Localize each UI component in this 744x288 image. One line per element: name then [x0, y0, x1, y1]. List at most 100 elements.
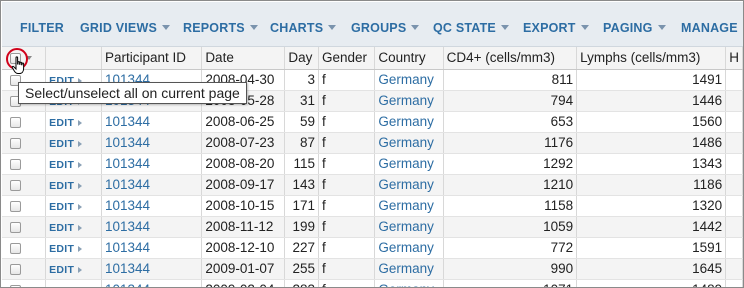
edit-link[interactable]: EDIT — [49, 180, 83, 192]
row-checkbox[interactable] — [10, 116, 21, 128]
row-checkbox[interactable] — [10, 242, 21, 254]
qc-state-menu[interactable]: QC STATE — [433, 21, 509, 37]
country-cell[interactable]: Germany — [374, 174, 444, 196]
edit-link[interactable]: EDIT — [49, 138, 83, 150]
participant-id-cell[interactable]: 101344 — [101, 279, 203, 287]
gender-cell: f — [318, 237, 376, 259]
participant-id-cell[interactable]: 101344 — [101, 258, 203, 280]
truncated-cell — [725, 132, 743, 154]
date-cell: 2009-01-07 — [201, 258, 286, 280]
column-header-cd4[interactable]: CD4+ (cells/mm3) — [443, 47, 578, 70]
day-cell: 199 — [284, 216, 319, 238]
grid-views-menu[interactable]: GRID VIEWS — [80, 21, 171, 37]
edit-link[interactable]: EDIT — [49, 159, 83, 171]
day-cell: 255 — [284, 258, 319, 280]
participant-id-cell[interactable]: 101344 — [101, 153, 203, 175]
lymphs-cell: 1560 — [576, 111, 727, 133]
row-checkbox[interactable] — [10, 158, 21, 170]
table-row: EDIT 101344 2008-07-23 87 f Germany 1176 1486 — [2, 132, 743, 154]
country-cell[interactable]: Germany — [374, 90, 444, 112]
row-select-cell — [2, 153, 47, 175]
gender-cell: f — [318, 153, 376, 175]
column-header-day[interactable]: Day — [284, 47, 319, 70]
data-grid-panel: FILTER GRID VIEWS REPORTS CHARTS GROUPS … — [0, 0, 744, 288]
column-header-lymphs[interactable]: Lymphs (cells/mm3) — [576, 47, 727, 70]
participant-id-cell[interactable]: 101344 — [101, 174, 203, 196]
lymphs-cell: 1343 — [576, 153, 727, 175]
caret-right-icon — [78, 225, 83, 231]
table-row: EDIT 101344 2008-12-10 227 f Germany 772 1591 — [2, 237, 743, 259]
day-cell: 115 — [284, 153, 319, 175]
truncated-cell — [725, 111, 743, 133]
row-checkbox[interactable] — [10, 179, 21, 191]
participant-id-cell[interactable]: 101344 — [101, 195, 203, 217]
country-cell[interactable]: Germany — [374, 279, 444, 287]
row-checkbox[interactable] — [10, 200, 21, 212]
participant-id-cell[interactable]: 101344 — [101, 216, 203, 238]
country-cell[interactable]: Germany — [374, 237, 444, 259]
caret-right-icon — [78, 246, 83, 252]
country-cell[interactable]: Germany — [374, 132, 444, 154]
column-header-truncated[interactable]: H — [725, 47, 743, 70]
column-header-participant-id[interactable]: Participant ID — [101, 47, 203, 70]
caret-right-icon — [78, 204, 83, 210]
row-edit-cell: EDIT — [45, 111, 102, 133]
country-cell[interactable]: Germany — [374, 216, 444, 238]
edit-link[interactable]: EDIT — [49, 117, 83, 129]
lymphs-cell: 1491 — [576, 69, 727, 91]
edit-link[interactable]: EDIT — [49, 222, 83, 234]
gender-cell: f — [318, 69, 376, 91]
cd4-cell: 653 — [443, 111, 578, 133]
table-row: EDIT 101344 2008-10-15 171 f Germany 1158 1320 — [2, 195, 743, 217]
column-header-gender[interactable]: Gender — [318, 47, 376, 70]
lymphs-cell: 1446 — [576, 90, 727, 112]
tooltip: Select/unselect all on current page — [18, 82, 247, 104]
participant-id-cell[interactable]: 101344 — [101, 111, 203, 133]
edit-link[interactable]: EDIT — [49, 201, 83, 213]
lymphs-cell: 1591 — [576, 237, 727, 259]
groups-menu[interactable]: GROUPS — [351, 21, 420, 37]
cd4-cell: 990 — [443, 258, 578, 280]
lymphs-cell: 1645 — [576, 258, 727, 280]
row-edit-cell: EDIT — [45, 132, 102, 154]
date-cell: 2008-11-12 — [201, 216, 286, 238]
edit-link[interactable]: EDIT — [49, 243, 83, 255]
truncated-cell — [725, 69, 743, 91]
country-cell[interactable]: Germany — [374, 111, 444, 133]
cd4-cell: 794 — [443, 90, 578, 112]
truncated-cell — [725, 153, 743, 175]
country-cell[interactable]: Germany — [374, 69, 444, 91]
column-header-date[interactable]: Date — [201, 47, 286, 70]
column-header-country[interactable]: Country — [374, 47, 444, 70]
edit-link[interactable]: EDIT — [49, 264, 83, 276]
participant-id-cell[interactable]: 101344 — [101, 237, 203, 259]
row-checkbox[interactable] — [10, 263, 21, 275]
country-cell[interactable]: Germany — [374, 153, 444, 175]
row-select-cell — [2, 279, 47, 287]
chevron-down-icon — [500, 25, 509, 30]
row-checkbox[interactable] — [10, 137, 21, 149]
chevron-down-icon — [657, 25, 666, 30]
caret-right-icon — [78, 183, 83, 189]
truncated-cell — [725, 216, 743, 238]
table-row: EDIT1013442009-02-04283fGermany10711489 — [2, 279, 743, 287]
country-cell[interactable]: Germany — [374, 195, 444, 217]
charts-menu[interactable]: CHARTS — [270, 21, 337, 37]
day-cell: 3 — [284, 69, 319, 91]
paging-menu[interactable]: PAGING — [603, 21, 666, 37]
row-checkbox[interactable] — [10, 221, 21, 233]
filter-button[interactable]: FILTER — [20, 21, 64, 37]
reports-menu[interactable]: REPORTS — [183, 21, 258, 37]
gender-cell: f — [318, 279, 376, 287]
country-cell[interactable]: Germany — [374, 258, 444, 280]
row-edit-cell: EDIT — [45, 153, 102, 175]
manage-button[interactable]: MANAGE — [681, 21, 738, 37]
date-cell: 2009-02-04 — [201, 279, 286, 287]
day-cell: 227 — [284, 237, 319, 259]
day-cell: 87 — [284, 132, 319, 154]
date-cell: 2008-07-23 — [201, 132, 286, 154]
date-cell: 2008-12-10 — [201, 237, 286, 259]
participant-id-cell[interactable]: 101344 — [101, 132, 203, 154]
export-menu[interactable]: EXPORT — [523, 21, 589, 37]
gender-cell: f — [318, 174, 376, 196]
